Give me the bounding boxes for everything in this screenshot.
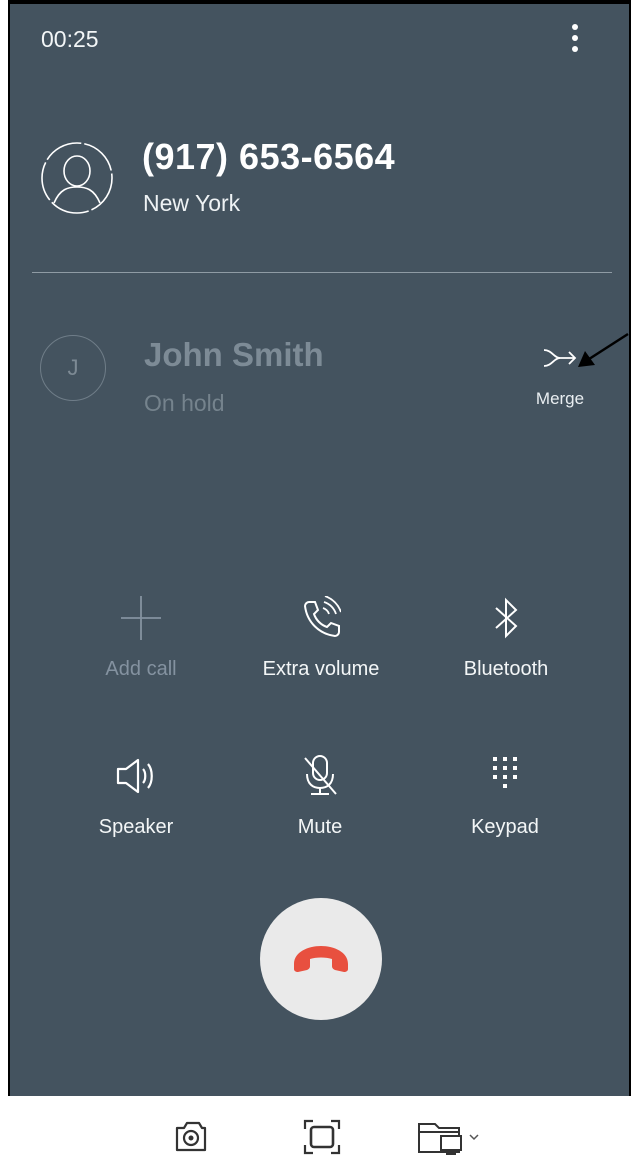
screenshot-frame-icon[interactable]	[302, 1118, 342, 1156]
mute-button[interactable]: Mute	[250, 754, 390, 864]
extra-volume-icon	[303, 596, 341, 638]
mic-off-icon	[304, 755, 337, 795]
bluetooth-label: Bluetooth	[463, 658, 549, 680]
speaker-label: Speaker	[98, 816, 174, 838]
end-call-icon	[294, 946, 348, 972]
in-call-screen: 00:25 (917) 653-6564 New York J John Smi…	[10, 4, 629, 1096]
mute-label: Mute	[297, 816, 343, 838]
speaker-button[interactable]: Speaker	[66, 754, 206, 864]
extra-volume-label: Extra volume	[262, 658, 380, 680]
annotation-arrow-icon	[578, 332, 629, 367]
caller-location: New York	[143, 190, 241, 216]
contact-avatar-icon	[41, 142, 113, 214]
keypad-button[interactable]: Keypad	[435, 754, 575, 864]
bluetooth-icon	[495, 597, 518, 639]
merge-icon	[543, 349, 577, 367]
add-call-label: Add call	[105, 658, 177, 680]
extra-volume-button[interactable]: Extra volume	[251, 596, 391, 706]
bottom-toolbar	[0, 1096, 631, 1171]
more-vert-icon[interactable]	[569, 24, 581, 54]
screen-mirror-icon[interactable]	[415, 1118, 491, 1156]
held-call-status: On hold	[144, 390, 225, 416]
camera-icon[interactable]	[172, 1118, 210, 1156]
keypad-label: Keypad	[471, 816, 539, 838]
call-timer: 00:25	[41, 26, 99, 52]
add-icon	[121, 596, 161, 640]
bluetooth-button[interactable]: Bluetooth	[436, 596, 576, 706]
merge-label: Merge	[535, 389, 585, 408]
divider	[32, 272, 612, 273]
add-call-button[interactable]: Add call	[71, 596, 211, 706]
held-contact-avatar: J	[40, 335, 106, 401]
held-contact-name: John Smith	[144, 336, 324, 373]
speaker-icon	[116, 758, 153, 794]
dialpad-icon	[493, 757, 517, 788]
end-call-button[interactable]	[260, 898, 382, 1020]
caller-number: (917) 653-6564	[142, 136, 396, 177]
